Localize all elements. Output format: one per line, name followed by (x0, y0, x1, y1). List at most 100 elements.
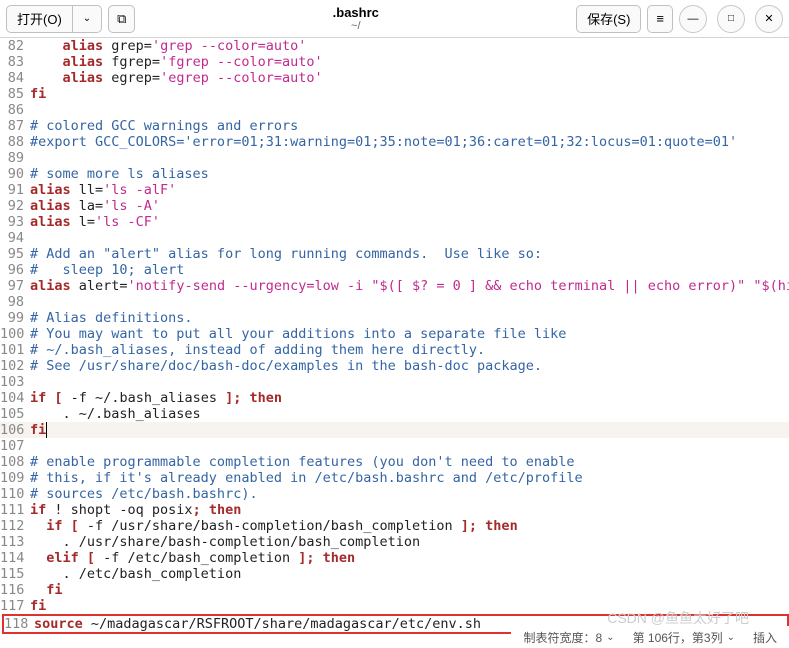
code-line[interactable]: 98 (0, 294, 789, 310)
menu-button[interactable]: ≡ (647, 5, 673, 33)
line-number: 87 (0, 118, 30, 134)
status-mode[interactable]: 插入 (753, 629, 777, 646)
line-number: 103 (0, 374, 30, 390)
code-content[interactable]: alias egrep='egrep --color=auto' (30, 70, 789, 86)
code-line[interactable]: 91alias ll='ls -alF' (0, 182, 789, 198)
line-number: 84 (0, 70, 30, 86)
code-line[interactable]: 84 alias egrep='egrep --color=auto' (0, 70, 789, 86)
statusbar: 制表符宽度：8 ⌄ 第 106行，第3列 ⌄ 插入 (511, 626, 789, 648)
code-line[interactable]: 109# this, if it's already enabled in /e… (0, 470, 789, 486)
code-content[interactable]: alias grep='grep --color=auto' (30, 38, 789, 54)
line-number: 112 (0, 518, 30, 534)
code-content[interactable] (30, 374, 789, 390)
status-position[interactable]: 第 106行，第3列 (633, 629, 723, 646)
code-content[interactable]: alias la='ls -A' (30, 198, 789, 214)
code-line[interactable]: 117fi (0, 598, 789, 614)
code-line[interactable]: 100# You may want to put all your additi… (0, 326, 789, 342)
save-button-label: 保存(S) (587, 9, 630, 28)
code-line[interactable]: 93alias l='ls -CF' (0, 214, 789, 230)
code-content[interactable] (30, 150, 789, 166)
code-content[interactable]: # sources /etc/bash.bashrc). (30, 486, 789, 502)
code-content[interactable] (30, 438, 789, 454)
code-line[interactable]: 85fi (0, 86, 789, 102)
code-editor[interactable]: 82 alias grep='grep --color=auto'83 alia… (0, 38, 789, 634)
code-line[interactable]: 90# some more ls aliases (0, 166, 789, 182)
line-number: 93 (0, 214, 30, 230)
code-line[interactable]: 115 . /etc/bash_completion (0, 566, 789, 582)
line-number: 102 (0, 358, 30, 374)
code-line[interactable]: 87# colored GCC warnings and errors (0, 118, 789, 134)
code-content[interactable]: alias l='ls -CF' (30, 214, 789, 230)
close-button[interactable]: ✕ (755, 5, 783, 33)
code-line[interactable]: 107 (0, 438, 789, 454)
code-content[interactable]: # See /usr/share/doc/bash-doc/examples i… (30, 358, 789, 374)
code-content[interactable]: fi (30, 582, 789, 598)
code-line[interactable]: 106fi (0, 422, 789, 438)
new-tab-button[interactable]: ⧉ (108, 5, 135, 33)
code-line[interactable]: 83 alias fgrep='fgrep --color=auto' (0, 54, 789, 70)
maximize-icon: □ (728, 13, 734, 24)
open-button[interactable]: 打开(O) (6, 5, 73, 33)
code-content[interactable]: # colored GCC warnings and errors (30, 118, 789, 134)
code-content[interactable]: fi (30, 422, 789, 438)
code-content[interactable]: fi (30, 598, 789, 614)
code-content[interactable]: if ! shopt -oq posix; then (30, 502, 789, 518)
code-line[interactable]: 114 elif [ -f /etc/bash_completion ]; th… (0, 550, 789, 566)
code-line[interactable]: 89 (0, 150, 789, 166)
menu-icon: ≡ (656, 11, 664, 26)
open-recent-dropdown[interactable]: ⌄ (73, 5, 102, 33)
code-content[interactable]: fi (30, 86, 789, 102)
line-number: 100 (0, 326, 30, 342)
code-content[interactable]: # ~/.bash_aliases, instead of adding the… (30, 342, 789, 358)
code-content[interactable]: alias alert='notify-send --urgency=low -… (30, 278, 789, 294)
code-content[interactable]: # some more ls aliases (30, 166, 789, 182)
code-content[interactable]: alias fgrep='fgrep --color=auto' (30, 54, 789, 70)
code-line[interactable]: 112 if [ -f /usr/share/bash-completion/b… (0, 518, 789, 534)
code-content[interactable]: # Add an "alert" alias for long running … (30, 246, 789, 262)
code-line[interactable]: 111if ! shopt -oq posix; then (0, 502, 789, 518)
code-line[interactable]: 104if [ -f ~/.bash_aliases ]; then (0, 390, 789, 406)
minimize-button[interactable]: — (679, 5, 707, 33)
code-content[interactable]: # enable programmable completion feature… (30, 454, 789, 470)
line-number: 90 (0, 166, 30, 182)
code-content[interactable] (30, 230, 789, 246)
status-tab-width[interactable]: 制表符宽度：8 (523, 629, 602, 646)
code-content[interactable]: . ~/.bash_aliases (30, 406, 789, 422)
code-line[interactable]: 99# Alias definitions. (0, 310, 789, 326)
code-content[interactable] (30, 102, 789, 118)
code-content[interactable]: # this, if it's already enabled in /etc/… (30, 470, 789, 486)
code-content[interactable]: #export GCC_COLORS='error=01;31:warning=… (30, 134, 789, 150)
code-content[interactable]: . /etc/bash_completion (30, 566, 789, 582)
code-line[interactable]: 94 (0, 230, 789, 246)
code-content[interactable]: # You may want to put all your additions… (30, 326, 789, 342)
code-line[interactable]: 88#export GCC_COLORS='error=01;31:warnin… (0, 134, 789, 150)
code-content[interactable]: elif [ -f /etc/bash_completion ]; then (30, 550, 789, 566)
headerbar: 打开(O) ⌄ ⧉ .bashrc ~/ 保存(S) ≡ — □ ✕ (0, 0, 789, 38)
code-content[interactable]: if [ -f ~/.bash_aliases ]; then (30, 390, 789, 406)
code-line[interactable]: 82 alias grep='grep --color=auto' (0, 38, 789, 54)
code-content[interactable] (30, 294, 789, 310)
code-line[interactable]: 113 . /usr/share/bash-completion/bash_co… (0, 534, 789, 550)
code-line[interactable]: 96# sleep 10; alert (0, 262, 789, 278)
code-line[interactable]: 110# sources /etc/bash.bashrc). (0, 486, 789, 502)
code-line[interactable]: 108# enable programmable completion feat… (0, 454, 789, 470)
code-line[interactable]: 103 (0, 374, 789, 390)
code-line[interactable]: 86 (0, 102, 789, 118)
code-content[interactable]: # Alias definitions. (30, 310, 789, 326)
code-line[interactable]: 97alias alert='notify-send --urgency=low… (0, 278, 789, 294)
code-line[interactable]: 116 fi (0, 582, 789, 598)
code-content[interactable]: . /usr/share/bash-completion/bash_comple… (30, 534, 789, 550)
code-line[interactable]: 105 . ~/.bash_aliases (0, 406, 789, 422)
maximize-button[interactable]: □ (717, 5, 745, 33)
code-content[interactable]: if [ -f /usr/share/bash-completion/bash_… (30, 518, 789, 534)
code-content[interactable]: # sleep 10; alert (30, 262, 789, 278)
line-number: 110 (0, 486, 30, 502)
code-line[interactable]: 102# See /usr/share/doc/bash-doc/example… (0, 358, 789, 374)
save-button[interactable]: 保存(S) (576, 5, 641, 33)
code-line[interactable]: 101# ~/.bash_aliases, instead of adding … (0, 342, 789, 358)
code-content[interactable]: alias ll='ls -alF' (30, 182, 789, 198)
line-number: 113 (0, 534, 30, 550)
open-button-group: 打开(O) ⌄ (6, 5, 102, 33)
code-line[interactable]: 95# Add an "alert" alias for long runnin… (0, 246, 789, 262)
code-line[interactable]: 92alias la='ls -A' (0, 198, 789, 214)
